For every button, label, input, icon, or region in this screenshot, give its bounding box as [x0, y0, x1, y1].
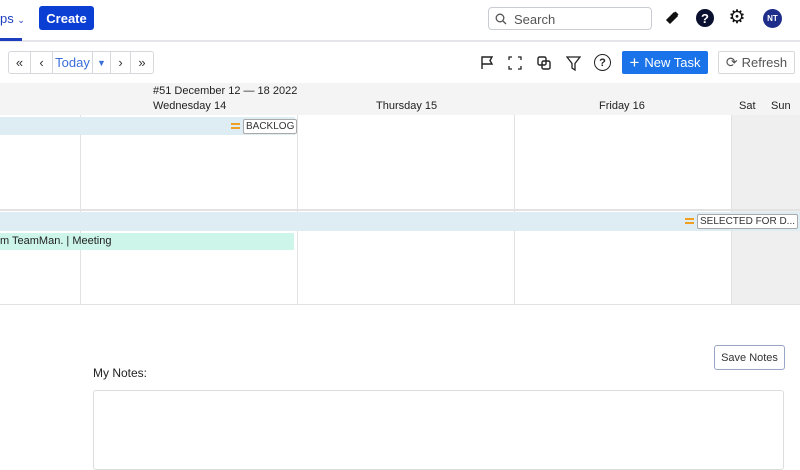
today-button[interactable]: Today [53, 52, 93, 73]
next-icon[interactable]: › [111, 52, 131, 73]
settings-gear-icon[interactable]: ⚙ [727, 7, 747, 28]
status-tag-selected: SELECTED FOR D... [697, 214, 799, 229]
status-tag-backlog: BACKLOG [243, 119, 298, 134]
row-divider [0, 209, 800, 211]
flag-icon[interactable] [478, 54, 496, 72]
help-circle-icon[interactable]: ? [594, 54, 611, 71]
previous-icon[interactable]: ‹ [31, 52, 53, 73]
notifications-bell-icon[interactable] [663, 9, 681, 27]
day-header-sunday: Sun [771, 100, 791, 112]
priority-medium-icon [685, 218, 694, 224]
notes-label: My Notes: [93, 366, 148, 380]
help-icon[interactable]: ? [696, 9, 714, 27]
first-page-icon[interactable]: « [9, 52, 31, 73]
layers-icon[interactable] [535, 54, 553, 72]
day-header-wednesday: Wednesday 14 [153, 100, 227, 112]
date-navigation: « ‹ Today ▼ › » [8, 51, 154, 74]
fullscreen-icon[interactable] [506, 54, 524, 72]
day-header-thursday: Thursday 15 [376, 100, 438, 112]
new-task-button[interactable]: + New Task [622, 51, 708, 74]
today-dropdown-chevron-icon[interactable]: ▼ [93, 52, 111, 73]
calendar-event-meeting[interactable]: m TeamMan. | Meeting [0, 233, 294, 250]
refresh-button[interactable]: ⟳ Refresh [718, 51, 795, 74]
lane-bar-selected[interactable] [0, 212, 800, 231]
plus-icon: + [629, 52, 640, 72]
week-label: #51 December 12 — 18 2022 [153, 85, 298, 97]
chevron-down-icon: ⌄ [17, 15, 25, 25]
nav-label: ps [0, 11, 14, 26]
row-divider [0, 304, 800, 305]
refresh-label: Refresh [741, 55, 788, 70]
avatar[interactable]: NT [763, 9, 782, 28]
search-placeholder: Search [514, 12, 556, 27]
new-task-label: New Task [644, 55, 701, 70]
search-input[interactable]: Search [488, 7, 652, 30]
day-header-friday: Friday 16 [599, 100, 645, 112]
priority-medium-icon [231, 123, 240, 129]
refresh-icon: ⟳ [725, 54, 738, 70]
save-notes-button[interactable]: Save Notes [714, 345, 785, 370]
nav-menu-item[interactable]: ps ⌄ [0, 11, 25, 26]
notes-textarea[interactable] [93, 390, 784, 470]
last-page-icon[interactable]: » [131, 52, 153, 73]
create-button[interactable]: Create [39, 6, 94, 30]
active-nav-underline [0, 38, 22, 41]
search-icon [495, 13, 507, 25]
day-header-saturday: Sat [739, 100, 756, 112]
filter-icon[interactable] [564, 54, 582, 72]
